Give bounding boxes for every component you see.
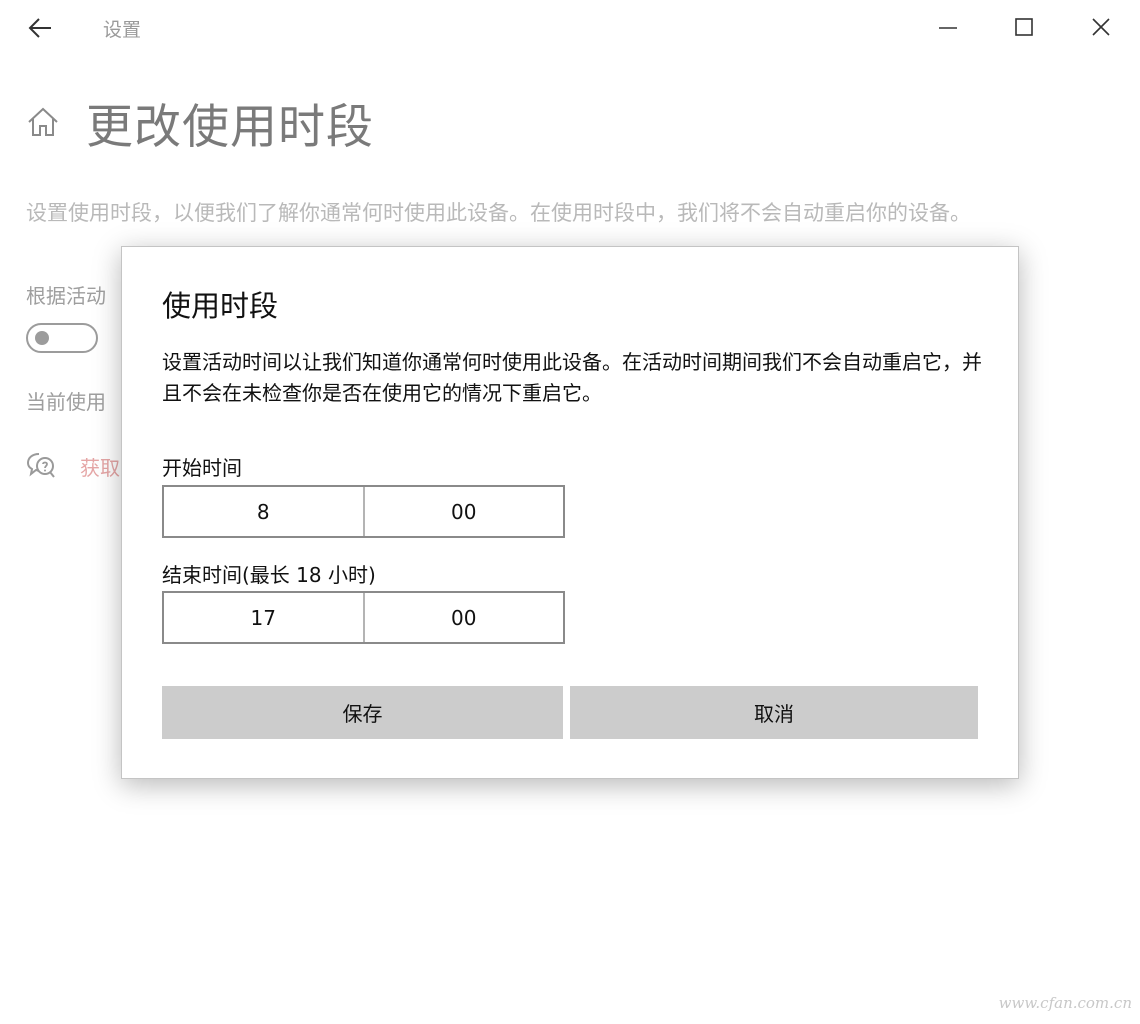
start-hour[interactable]: 8: [164, 487, 363, 536]
start-minute[interactable]: 00: [362, 487, 564, 536]
page-description: 设置使用时段，以便我们了解你通常何时使用此设备。在使用时段中，我们将不会自动重启…: [26, 201, 971, 225]
dialog-description: 设置活动时间以让我们知道你通常何时使用此设备。在活动时间期间我们不会自动重启它，…: [162, 350, 982, 405]
start-time-label: 开始时间: [162, 456, 242, 480]
save-button[interactable]: 保存: [162, 686, 563, 739]
minimize-icon[interactable]: [925, 10, 971, 44]
current-hours-label: 当前使用: [26, 390, 106, 414]
cancel-button[interactable]: 取消: [570, 686, 978, 739]
back-arrow-icon[interactable]: [26, 14, 54, 42]
page-title: 更改使用时段: [86, 100, 374, 155]
close-icon[interactable]: [1078, 10, 1124, 44]
app-title: 设置: [103, 19, 142, 41]
toggle-knob: [35, 331, 49, 345]
home-icon: [26, 105, 60, 139]
auto-adjust-label: 根据活动: [26, 284, 106, 308]
end-hour[interactable]: 17: [164, 593, 363, 642]
dialog-title: 使用时段: [162, 289, 279, 323]
start-time-picker[interactable]: 8 00: [162, 485, 565, 538]
end-time-label: 结束时间(最长 18 小时): [162, 563, 376, 587]
end-time-picker[interactable]: 17 00: [162, 591, 565, 644]
watermark: www.cfan.com.cn: [998, 994, 1132, 1012]
maximize-icon[interactable]: [1001, 10, 1047, 44]
settings-window: 设置 更改使用时段 设置使用时段，以便我们了解你通常何时使用此设备。在使用时段中…: [0, 0, 1140, 1024]
end-minute[interactable]: 00: [362, 593, 564, 642]
auto-adjust-toggle[interactable]: [26, 323, 98, 353]
help-chat-icon: [26, 451, 56, 479]
get-help-link[interactable]: 获取: [80, 452, 120, 481]
active-hours-dialog: 使用时段 设置活动时间以让我们知道你通常何时使用此设备。在活动时间期间我们不会自…: [121, 246, 1019, 779]
